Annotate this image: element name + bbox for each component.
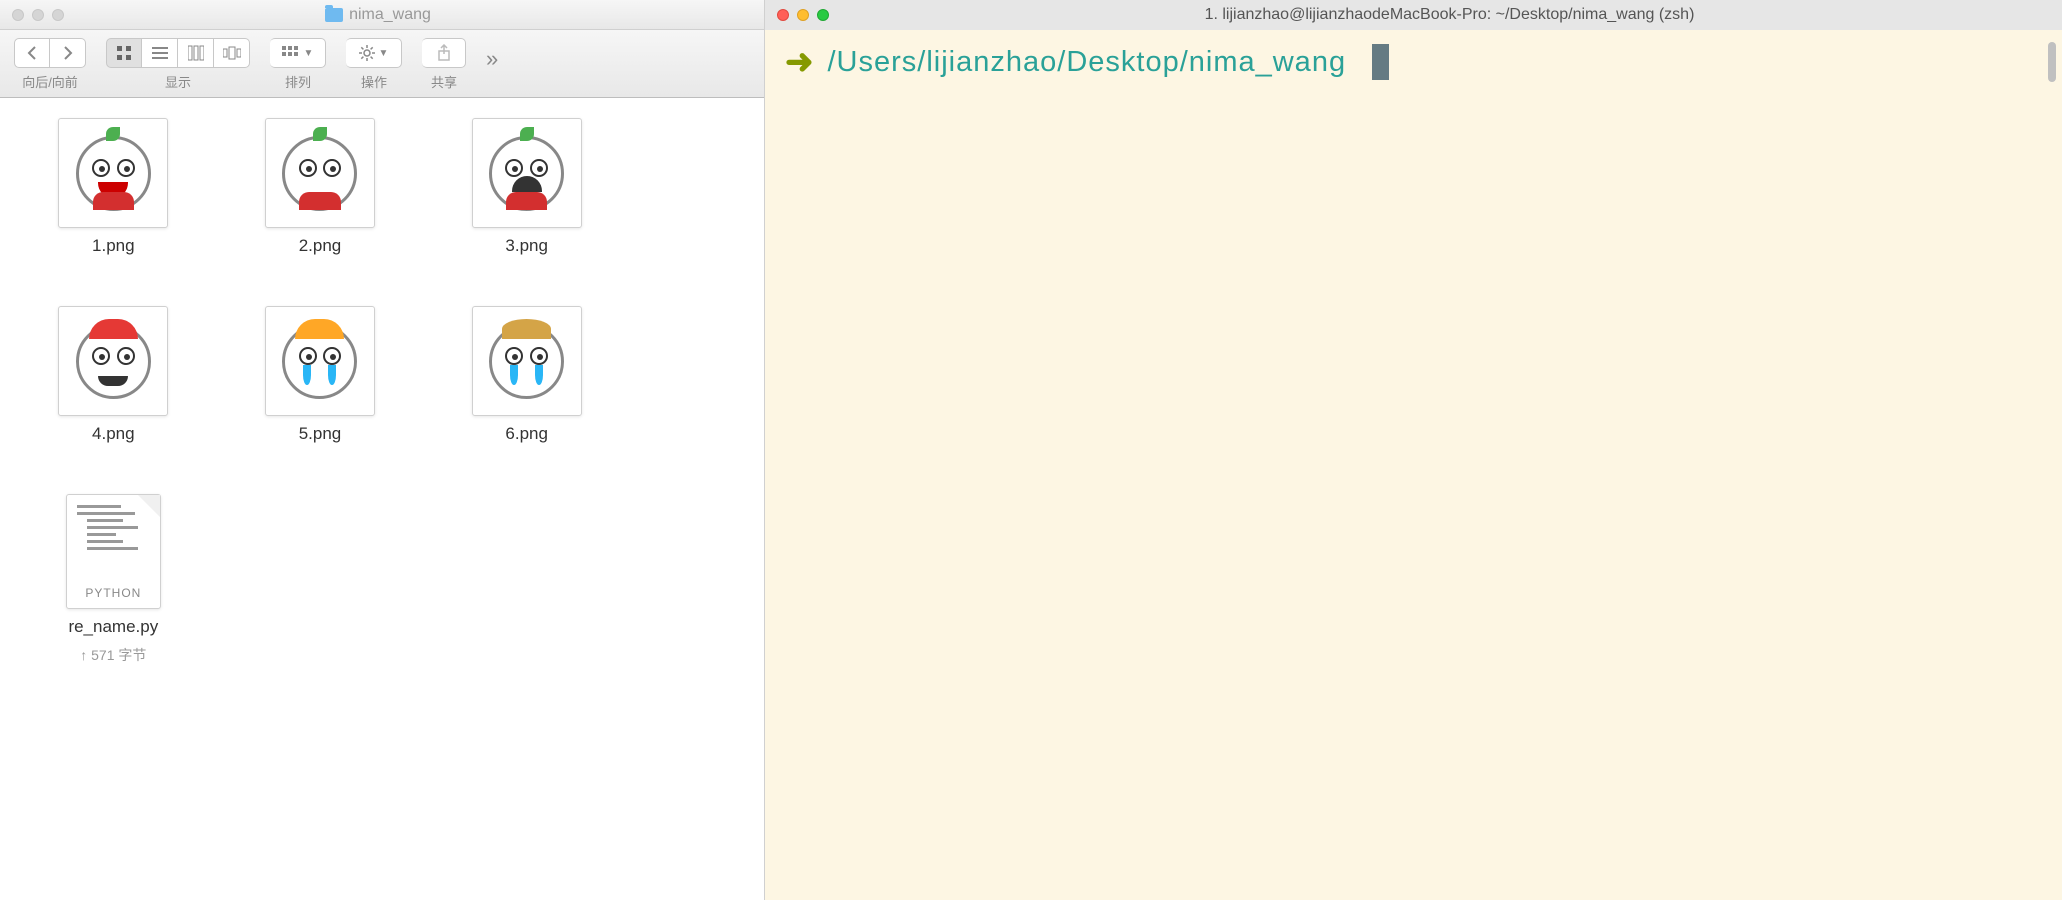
window-title: nima_wang — [349, 6, 431, 24]
maximize-icon[interactable] — [52, 9, 64, 21]
file-name: 6.png — [505, 424, 548, 444]
terminal-window: 1. lijianzhao@lijianzhaodeMacBook-Pro: ~… — [765, 0, 2062, 900]
file-item[interactable]: 3.png — [453, 118, 600, 256]
finder-content[interactable]: 1.png 2.png 3.png 4.png — [0, 98, 764, 900]
scrollbar[interactable] — [2048, 42, 2056, 82]
view-group: 显示 — [106, 38, 250, 91]
grid-icon — [116, 45, 132, 61]
chevron-down-icon: ▼ — [304, 48, 314, 59]
toolbar: 向后/向前 显示 — [0, 30, 764, 98]
minimize-icon[interactable] — [797, 9, 809, 21]
prompt-path: /Users/lijianzhao/Desktop/nima_wang — [828, 46, 1347, 79]
file-name: 2.png — [299, 236, 342, 256]
file-name: 3.png — [505, 236, 548, 256]
share-group: 共享 — [422, 38, 466, 91]
terminal-content[interactable]: ➜ /Users/lijianzhao/Desktop/nima_wang — [765, 30, 2062, 900]
folder-icon — [325, 8, 343, 22]
maximize-icon[interactable] — [817, 9, 829, 21]
prompt-arrow-icon: ➜ — [785, 42, 814, 82]
action-label: 操作 — [361, 72, 387, 91]
minimize-icon[interactable] — [32, 9, 44, 21]
action-group: ▼ 操作 — [346, 38, 402, 91]
prompt-line: ➜ /Users/lijianzhao/Desktop/nima_wang — [785, 42, 2042, 82]
forward-button[interactable] — [50, 38, 86, 68]
file-item[interactable]: PYTHON re_name.py ↑ 571 字节 — [40, 494, 187, 665]
action-button[interactable]: ▼ — [346, 38, 402, 68]
gear-icon — [359, 45, 375, 61]
file-item[interactable]: 6.png — [453, 306, 600, 444]
traffic-lights — [12, 9, 64, 21]
chevron-left-icon — [27, 46, 37, 60]
python-badge: PYTHON — [67, 586, 160, 600]
arrange-group: ▼ 排列 — [270, 38, 326, 91]
share-button[interactable] — [422, 38, 466, 68]
image-thumbnail — [472, 306, 582, 416]
terminal-title: 1. lijianzhao@lijianzhaodeMacBook-Pro: ~… — [1205, 6, 1695, 24]
close-icon[interactable] — [777, 9, 789, 21]
file-name: 1.png — [92, 236, 135, 256]
finder-titlebar[interactable]: nima_wang — [0, 0, 764, 30]
file-meta: ↑ 571 字节 — [80, 645, 146, 665]
icon-view-button[interactable] — [106, 38, 142, 68]
file-item[interactable]: 2.png — [247, 118, 394, 256]
cursor-icon — [1372, 44, 1389, 80]
file-name: re_name.py — [68, 617, 158, 637]
file-item[interactable]: 4.png — [40, 306, 187, 444]
chevron-right-icon — [63, 46, 73, 60]
toolbar-overflow-icon[interactable]: » — [486, 46, 498, 72]
list-icon — [152, 45, 168, 61]
terminal-titlebar[interactable]: 1. lijianzhao@lijianzhaodeMacBook-Pro: ~… — [765, 0, 2062, 30]
image-thumbnail — [58, 118, 168, 228]
traffic-lights — [777, 9, 829, 21]
arrange-icon — [282, 46, 300, 60]
back-button[interactable] — [14, 38, 50, 68]
coverflow-icon — [223, 46, 241, 60]
arrange-label: 排列 — [285, 72, 311, 91]
image-thumbnail — [265, 118, 375, 228]
icon-grid: 1.png 2.png 3.png 4.png — [40, 118, 600, 665]
window-title-content: nima_wang — [325, 6, 431, 24]
file-name: 4.png — [92, 424, 135, 444]
column-view-button[interactable] — [178, 38, 214, 68]
image-thumbnail — [265, 306, 375, 416]
python-file-icon: PYTHON — [66, 494, 161, 609]
image-thumbnail — [472, 118, 582, 228]
file-name: 5.png — [299, 424, 342, 444]
image-thumbnail — [58, 306, 168, 416]
close-icon[interactable] — [12, 9, 24, 21]
view-label: 显示 — [165, 72, 191, 91]
columns-icon — [188, 45, 204, 61]
nav-label: 向后/向前 — [22, 72, 78, 91]
coverflow-view-button[interactable] — [214, 38, 250, 68]
chevron-down-icon: ▼ — [379, 48, 389, 59]
file-item[interactable]: 1.png — [40, 118, 187, 256]
finder-window: nima_wang 向后/向前 — [0, 0, 765, 900]
nav-group: 向后/向前 — [14, 38, 86, 91]
file-item[interactable]: 5.png — [247, 306, 394, 444]
share-icon — [437, 44, 451, 62]
share-label: 共享 — [431, 72, 457, 91]
list-view-button[interactable] — [142, 38, 178, 68]
arrange-button[interactable]: ▼ — [270, 38, 326, 68]
